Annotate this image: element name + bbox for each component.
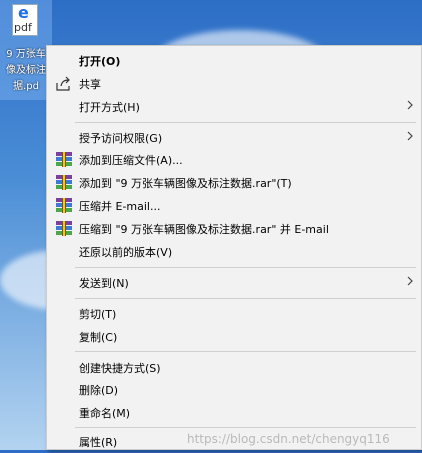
menu-item-add-to-rar[interactable]: 添加到 "9 万张车辆图像及标注数据.rar"(T) [47, 171, 421, 194]
menu-item-label: 共享 [79, 78, 101, 91]
menu-item-rename[interactable]: 重命名(M) [47, 401, 421, 424]
menu-item-create-shortcut[interactable]: 创建快捷方式(S) [47, 356, 421, 379]
menu-item-label: 打开方式(H) [79, 101, 140, 114]
pdf-file-icon: e pdf [12, 3, 38, 36]
pdf-icon-text: pdf [14, 21, 32, 34]
menu-item-label: 压缩到 "9 万张车辆图像及标注数据.rar" 并 E-mail [79, 223, 329, 236]
winrar-icon [56, 152, 72, 167]
menu-separator [75, 267, 416, 268]
menu-item-compress-to-rar-email[interactable]: 压缩到 "9 万张车辆图像及标注数据.rar" 并 E-mail [47, 217, 421, 240]
menu-item-label: 添加到 "9 万张车辆图像及标注数据.rar"(T) [79, 177, 292, 190]
menu-item-send-to[interactable]: 发送到(N) [47, 271, 421, 294]
menu-item-restore-previous[interactable]: 还原以前的版本(V) [47, 240, 421, 263]
menu-item-open[interactable]: 打开(O) [47, 49, 421, 72]
winrar-icon [56, 198, 72, 213]
menu-item-delete[interactable]: 删除(D) [47, 378, 421, 401]
menu-item-compress-email[interactable]: 压缩并 E-mail... [47, 194, 421, 217]
menu-separator [75, 351, 416, 352]
menu-item-label: 剪切(T) [79, 308, 117, 321]
menu-separator [75, 298, 416, 299]
menu-item-label: 删除(D) [79, 384, 119, 397]
context-menu: 打开(O) 共享 打开方式(H) 授予访问权限(G) 添加到压缩文件(A)...… [46, 45, 422, 450]
menu-item-label: 发送到(N) [79, 277, 129, 290]
menu-item-label: 重命名(M) [79, 407, 131, 420]
edge-logo-icon: e [18, 3, 29, 22]
menu-separator [75, 122, 416, 123]
menu-item-copy[interactable]: 复制(C) [47, 325, 421, 348]
menu-item-give-access[interactable]: 授予访问权限(G) [47, 126, 421, 149]
chevron-right-icon [407, 131, 413, 141]
menu-item-label: 压缩并 E-mail... [79, 200, 161, 213]
menu-item-add-to-archive[interactable]: 添加到压缩文件(A)... [47, 148, 421, 171]
winrar-icon [56, 175, 72, 190]
winrar-icon [56, 221, 72, 236]
menu-item-label: 创建快捷方式(S) [79, 362, 161, 375]
menu-item-label: 复制(C) [79, 331, 118, 344]
chevron-right-icon [407, 100, 413, 110]
file-name-label: 9 万张车 像及标注 据.pd [6, 49, 46, 92]
menu-separator [75, 427, 416, 428]
chevron-right-icon [407, 276, 413, 286]
menu-item-label: 授予访问权限(G) [79, 132, 163, 145]
menu-item-label: 属性(R) [79, 436, 118, 449]
menu-item-open-with[interactable]: 打开方式(H) [47, 95, 421, 118]
watermark-text: https://blog.csdn.net/chengyq116 [187, 432, 390, 446]
menu-item-share[interactable]: 共享 [47, 72, 421, 95]
share-icon [56, 76, 72, 91]
menu-item-cut[interactable]: 剪切(T) [47, 302, 421, 325]
menu-item-label: 添加到压缩文件(A)... [79, 154, 183, 167]
desktop-file-icon[interactable]: e pdf 9 万张车 像及标注 据.pd [0, 0, 52, 100]
menu-item-label: 还原以前的版本(V) [79, 246, 173, 259]
menu-item-label: 打开(O) [79, 55, 121, 68]
